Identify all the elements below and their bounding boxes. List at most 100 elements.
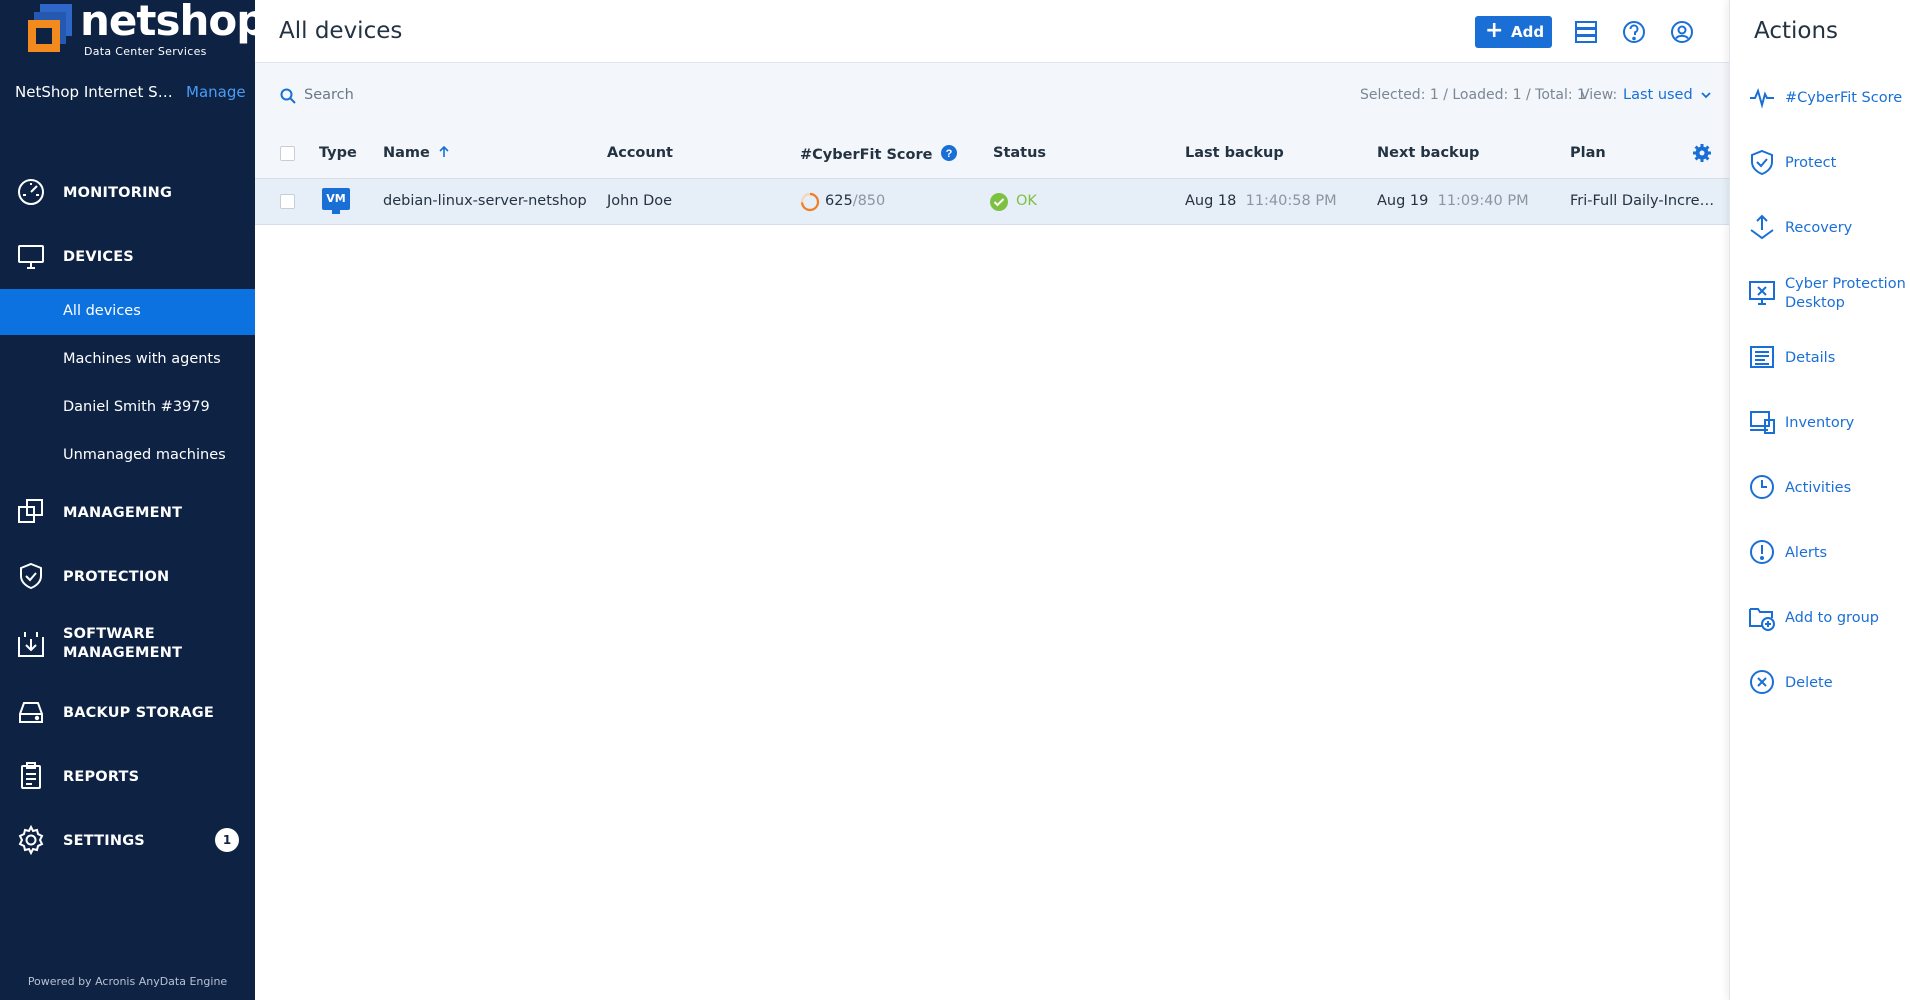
column-next-backup[interactable]: Next backup <box>1377 145 1479 161</box>
software-download-icon <box>18 632 44 657</box>
clock-icon <box>1750 475 1774 499</box>
action-label: Cyber Protection Desktop <box>1785 276 1906 311</box>
table-row[interactable]: VM debian-linux-server-netshop John Doe … <box>255 178 1729 225</box>
inventory-icon <box>1750 411 1775 434</box>
monitor-icon <box>18 245 44 269</box>
notification-badge: 1 <box>215 828 239 852</box>
column-status[interactable]: Status <box>993 145 1046 161</box>
nav-management[interactable]: MANAGEMENT <box>0 488 255 536</box>
svg-text:?: ? <box>945 148 952 160</box>
table-header: Type Name Account #CyberFit Score ? Stat… <box>255 130 1729 178</box>
action-details[interactable]: Details <box>1748 335 1908 379</box>
action-recovery[interactable]: Recovery <box>1748 205 1908 249</box>
sidebar-item-all-devices[interactable]: All devices <box>0 289 255 335</box>
search-icon <box>280 88 296 104</box>
chevron-down-icon <box>1701 92 1711 99</box>
action-alerts[interactable]: Alerts <box>1748 530 1908 574</box>
nav-backup-storage[interactable]: BACKUP STORAGE <box>0 688 255 736</box>
status-text: OK <box>1016 193 1037 209</box>
page-title: All devices <box>279 18 403 44</box>
view-dropdown[interactable]: Last used <box>1623 87 1711 103</box>
view-dropdown-value: Last used <box>1623 87 1693 103</box>
nav-software-management[interactable]: SOFTWARE MANAGEMENT <box>0 620 255 668</box>
nav-management-label: MANAGEMENT <box>63 505 183 521</box>
nav-reports[interactable]: REPORTS <box>0 752 255 800</box>
action-delete[interactable]: Delete <box>1748 660 1908 704</box>
action-cyberfit-score[interactable]: #CyberFit Score <box>1748 75 1908 119</box>
action-add-to-group[interactable]: Add to group <box>1748 595 1908 639</box>
clipboard-icon <box>21 762 41 789</box>
gear-icon <box>18 825 44 855</box>
top-bar: All devices + Add <box>255 0 1729 63</box>
actions-panel: Actions #CyberFit Score Protect Recovery… <box>1729 0 1910 1000</box>
nav-protection[interactable]: PROTECTION <box>0 552 255 600</box>
action-inventory[interactable]: Inventory <box>1748 400 1908 444</box>
column-last-backup[interactable]: Last backup <box>1185 145 1284 161</box>
recovery-icon <box>1750 214 1774 240</box>
tenant-name[interactable]: NetShop Internet Services <box>15 83 181 101</box>
actions-title: Actions <box>1754 18 1839 44</box>
add-button-label: Add <box>1511 23 1545 41</box>
copy-icon <box>18 499 43 523</box>
brand-name: netshop <box>80 0 266 45</box>
action-protect[interactable]: Protect <box>1748 140 1908 184</box>
column-plan[interactable]: Plan <box>1570 145 1606 161</box>
nav-settings[interactable]: SETTINGS 1 <box>0 816 255 864</box>
cyberfit-score[interactable]: 625/850 <box>825 193 885 209</box>
nav-monitoring[interactable]: MONITORING <box>0 168 255 216</box>
device-name[interactable]: debian-linux-server-netshop <box>383 193 587 209</box>
details-icon <box>1750 346 1774 368</box>
action-label: #CyberFit Score <box>1785 90 1903 106</box>
column-type[interactable]: Type <box>319 145 357 161</box>
pulse-icon <box>1750 88 1774 109</box>
row-checkbox[interactable] <box>280 194 295 209</box>
action-label: Details <box>1785 350 1836 366</box>
device-account: John Doe <box>607 193 673 209</box>
layout-icon[interactable] <box>1572 18 1600 46</box>
plus-icon: + <box>1485 18 1504 43</box>
select-all-checkbox[interactable] <box>280 146 295 161</box>
column-settings-gear-icon[interactable] <box>1692 143 1712 163</box>
hard-drive-icon <box>19 702 43 723</box>
tenant-selector: NetShop Internet Services Manage <box>15 83 246 103</box>
column-account[interactable]: Account <box>607 145 673 161</box>
main-content: All devices + Add Search Selected: 1 / L… <box>255 0 1729 1000</box>
sidebar-item-daniel-smith[interactable]: Daniel Smith #3979 <box>0 385 255 431</box>
nav-protection-label: PROTECTION <box>63 569 170 585</box>
shield-check-icon <box>1751 149 1773 176</box>
alert-icon <box>1750 540 1774 564</box>
action-label: Delete <box>1785 675 1833 691</box>
nav-reports-label: REPORTS <box>63 769 140 785</box>
column-cyberfit-score[interactable]: #CyberFit Score ? <box>800 145 957 163</box>
gauge-icon <box>18 179 44 205</box>
search-placeholder: Search <box>304 87 354 103</box>
manage-link[interactable]: Manage <box>186 83 246 101</box>
action-activities[interactable]: Activities <box>1748 465 1908 509</box>
shield-check-icon <box>20 562 42 590</box>
nav-devices[interactable]: DEVICES <box>0 232 255 280</box>
nav-monitoring-label: MONITORING <box>63 185 173 201</box>
user-account-icon[interactable] <box>1668 18 1696 46</box>
help-circle-icon[interactable]: ? <box>940 145 957 161</box>
column-name[interactable]: Name <box>383 145 450 161</box>
nav-backup-storage-label: BACKUP STORAGE <box>63 705 215 721</box>
vm-icon: VM <box>321 188 351 216</box>
netshop-logo[interactable]: netshop Data Center Services <box>26 0 266 60</box>
plan-name[interactable]: Fri-Full Daily-Incremental <box>1570 193 1728 209</box>
sidebar-item-unmanaged-machines[interactable]: Unmanaged machines <box>0 433 255 479</box>
help-icon[interactable] <box>1620 18 1648 46</box>
cyberfit-score-ring-icon <box>800 192 820 212</box>
action-label: Inventory <box>1785 415 1855 431</box>
action-label: Activities <box>1785 480 1852 496</box>
action-cyber-protection-desktop[interactable]: Cyber Protection Desktop <box>1748 270 1908 314</box>
search-input[interactable]: Search <box>279 83 599 109</box>
nav-devices-label: DEVICES <box>63 249 134 265</box>
action-label: Recovery <box>1785 220 1853 236</box>
list-toolbar: Search Selected: 1 / Loaded: 1 / Total: … <box>255 63 1729 130</box>
delete-icon <box>1750 670 1774 694</box>
sidebar-item-machines-with-agents[interactable]: Machines with agents <box>0 337 255 383</box>
sidebar-item-label: All devices <box>63 303 141 319</box>
next-backup: Aug 19 11:09:40 PM <box>1377 193 1529 209</box>
sidebar: netshop Data Center Services NetShop Int… <box>0 0 266 1000</box>
add-button[interactable]: + Add <box>1475 16 1552 48</box>
